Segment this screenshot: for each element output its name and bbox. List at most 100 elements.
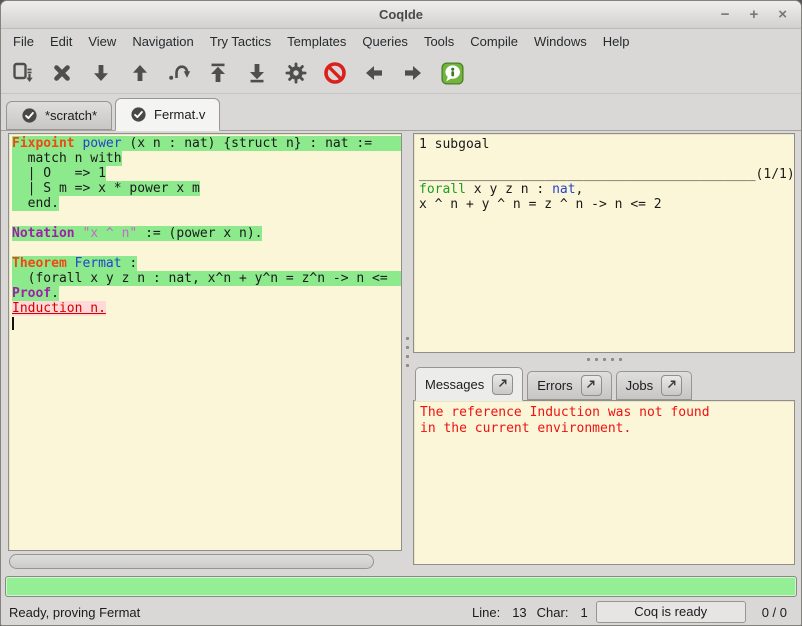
message-line: The reference Induction was not found — [420, 405, 794, 421]
code-segment: (x n : nat) {struct n} : nat := — [122, 136, 372, 151]
code-segment: ________________________________________… — [419, 167, 756, 182]
tab-scratch[interactable]: *scratch* — [6, 101, 112, 130]
goal-line: ________________________________________… — [419, 167, 794, 182]
tab-errors[interactable]: Errors — [527, 371, 611, 400]
menu-windows[interactable]: Windows — [526, 31, 595, 52]
left-arrow-icon — [362, 61, 386, 85]
gear-icon — [284, 61, 308, 85]
code-segment: . — [51, 286, 59, 301]
menu-tools[interactable]: Tools — [416, 31, 462, 52]
menu-navigation[interactable]: Navigation — [124, 31, 201, 52]
script-line: Proof. — [12, 286, 401, 301]
check-circle-icon — [21, 107, 38, 124]
job-counter: 0 / 0 — [762, 605, 787, 620]
status-text: Ready, proving Fermat — [9, 605, 140, 620]
up-arrow-icon — [128, 61, 152, 85]
minimize-button[interactable]: − — [721, 7, 730, 23]
tab-jobs[interactable]: Jobs — [616, 371, 692, 400]
goal-panel[interactable]: 1 subgoal _______________________________… — [413, 133, 795, 353]
go-to-end-button[interactable] — [242, 58, 272, 88]
code-segment: (1/1) — [756, 167, 795, 182]
script-line: match n with — [12, 151, 401, 166]
step-forward-button[interactable] — [86, 58, 116, 88]
title-bar[interactable]: CoqIde −+× — [1, 1, 801, 29]
tab-label: *scratch* — [45, 108, 97, 123]
menu-edit[interactable]: Edit — [42, 31, 80, 52]
detach-messages-button[interactable] — [492, 374, 513, 395]
close-button[interactable]: × — [778, 7, 787, 23]
code-segment: x ^ n + y ^ n = z ^ n -> n <= 2 — [419, 197, 662, 212]
forward-button[interactable] — [398, 58, 428, 88]
vertical-splitter-handle[interactable] — [402, 133, 413, 571]
down-arrow-icon — [89, 61, 113, 85]
goal-line — [419, 152, 794, 167]
horizontal-scrollbar[interactable] — [8, 551, 402, 571]
maximize-button[interactable]: + — [749, 7, 758, 23]
detach-jobs-button[interactable] — [661, 375, 682, 396]
arrow-up-to-bar-icon — [206, 61, 230, 85]
detach-arrow-icon — [497, 377, 509, 392]
main-area: Fixpoint power (x n : nat) {struct n} : … — [1, 131, 801, 571]
menu-compile[interactable]: Compile — [462, 31, 526, 52]
code-segment: : — [122, 256, 138, 271]
code-segment: Proof — [12, 286, 51, 301]
script-line: (forall x y z n : nat, x^n + y^n = z^n -… — [12, 271, 401, 286]
detach-arrow-icon — [666, 378, 678, 393]
message-tab-bar: Messages ErrorsJobs — [413, 365, 795, 400]
code-segment: Fixpoint — [12, 136, 75, 151]
menu-file[interactable]: File — [5, 31, 42, 52]
script-line: Induction n. — [12, 301, 401, 316]
horizontal-splitter-handle[interactable] — [413, 353, 795, 365]
code-segment: forall — [419, 182, 466, 197]
back-button[interactable] — [359, 58, 389, 88]
close-x-icon — [50, 61, 74, 85]
goal-line: forall x y z n : nat, — [419, 182, 794, 197]
code-segment: nat — [552, 182, 575, 197]
messages-panel[interactable]: The reference Induction was not foundin … — [413, 400, 795, 565]
menu-view[interactable]: View — [80, 31, 124, 52]
menu-help[interactable]: Help — [595, 31, 638, 52]
tab-label: Messages — [425, 377, 484, 392]
script-line — [12, 316, 401, 331]
scrollbar-thumb[interactable] — [9, 554, 374, 569]
make-button[interactable] — [281, 58, 311, 88]
code-segment: (forall x y z n : nat, x^n + y^n = z^n -… — [12, 271, 388, 286]
about-button[interactable] — [437, 58, 467, 88]
goal-line: x ^ n + y ^ n = z ^ n -> n <= 2 — [419, 197, 794, 212]
menu-try-tactics[interactable]: Try Tactics — [202, 31, 279, 52]
editor-tab-bar: *scratch* Fermat.v — [1, 94, 801, 131]
code-segment: power — [82, 136, 121, 151]
right-arrow-icon — [401, 61, 425, 85]
menu-queries[interactable]: Queries — [354, 31, 416, 52]
close-button[interactable] — [47, 58, 77, 88]
code-segment: | O => 1 — [12, 166, 106, 181]
new-window-button[interactable] — [8, 58, 38, 88]
detach-arrow-icon — [585, 378, 597, 393]
code-segment: "x ^ n" — [82, 226, 137, 241]
window-controls: − + × — [721, 7, 801, 23]
script-line: Notation "x ^ n" := (power x n). — [12, 226, 401, 241]
goal-line: 1 subgoal — [419, 137, 794, 152]
code-segment: end. — [12, 196, 59, 211]
char-value: 1 — [580, 605, 587, 620]
code-editor[interactable]: Fixpoint power (x n : nat) {struct n} : … — [8, 133, 402, 551]
code-segment: | S m => x * power x m — [12, 181, 200, 196]
script-line — [12, 211, 401, 226]
go-to-cursor-button[interactable] — [164, 58, 194, 88]
code-segment: match n with — [12, 151, 122, 166]
script-line: end. — [12, 196, 401, 211]
script-line: | O => 1 — [12, 166, 401, 181]
toolbar — [1, 53, 801, 94]
info-bubble-icon — [440, 61, 465, 86]
script-line: | S m => x * power x m — [12, 181, 401, 196]
tab-fermat-v[interactable]: Fermat.v — [115, 98, 220, 131]
tab-messages[interactable]: Messages — [415, 367, 523, 401]
script-line: Theorem Fermat : — [12, 256, 401, 271]
menu-templates[interactable]: Templates — [279, 31, 354, 52]
code-segment: , — [576, 182, 584, 197]
check-circle-icon — [130, 106, 147, 123]
go-to-start-button[interactable] — [203, 58, 233, 88]
interrupt-button[interactable] — [320, 58, 350, 88]
step-backward-button[interactable] — [125, 58, 155, 88]
detach-errors-button[interactable] — [581, 375, 602, 396]
